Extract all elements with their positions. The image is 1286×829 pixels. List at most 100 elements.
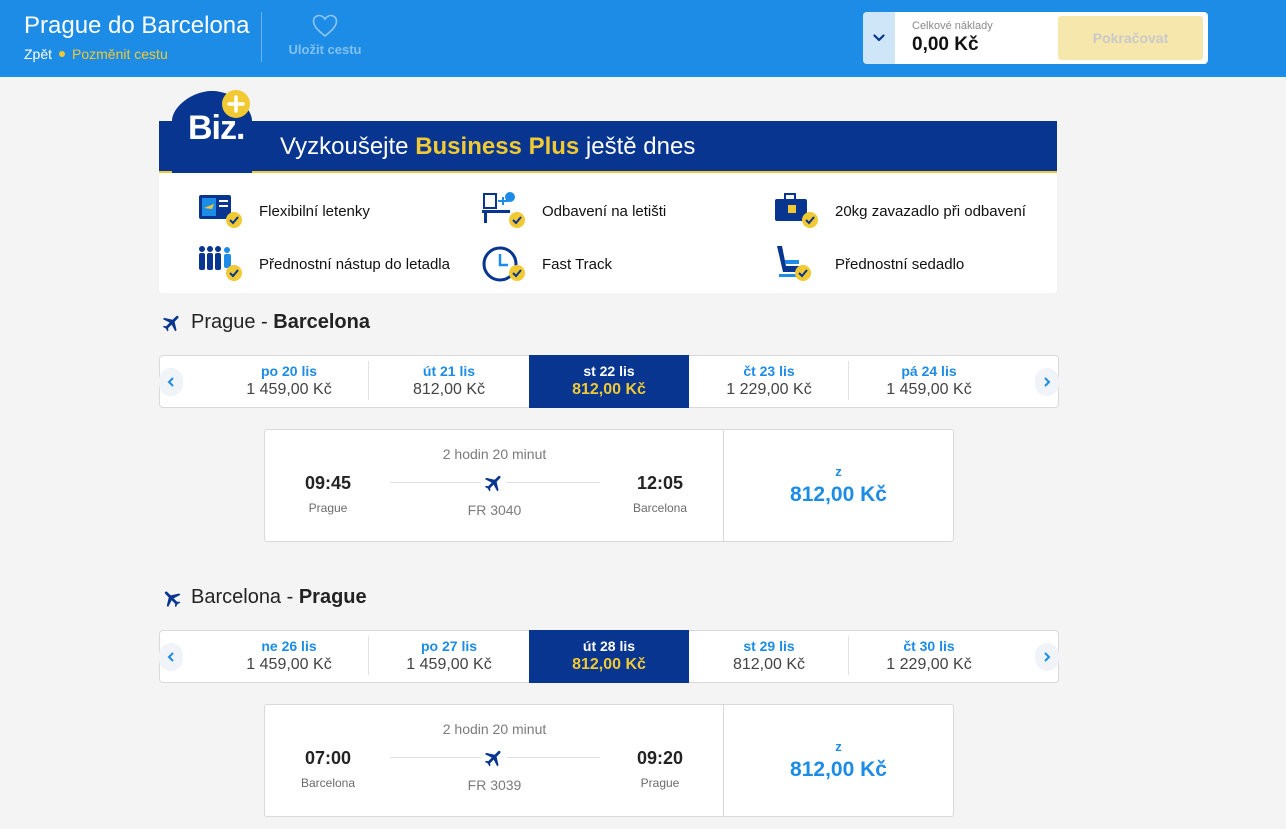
date-label: út 21 lis (422, 363, 476, 379)
date-option[interactable]: po 20 lis 1 459,00 Kč (209, 355, 369, 408)
top-bar: Prague do Barcelona Zpět Pozměnit cestu … (0, 0, 1286, 77)
fast-track-icon (480, 244, 528, 284)
save-trip-button[interactable]: Uložit cestu (284, 14, 366, 57)
inbound-route-title: Barcelona - Prague (161, 586, 367, 609)
total-cost-box: Celkové náklady 0,00 Kč Pokračovat (863, 12, 1208, 64)
price-prefix: z (835, 464, 842, 479)
date-label: st 29 lis (743, 638, 795, 654)
biz-badge-text: Biz. (188, 109, 245, 147)
date-option[interactable]: út 21 lis 812,00 Kč (369, 355, 529, 408)
date-price: 1 459,00 Kč (406, 656, 492, 673)
flexible-ticket-icon (197, 191, 245, 231)
feature-label: Přednostní nástup do letadla (259, 255, 450, 273)
date-option[interactable]: čt 30 lis 1 229,00 Kč (849, 630, 1009, 683)
date-price: 812,00 Kč (732, 656, 806, 673)
date-label: čt 30 lis (903, 638, 955, 654)
feature-fast-track: Fast Track (480, 244, 612, 284)
date-price: 812,00 Kč (572, 656, 646, 673)
arrival-city: Barcelona (632, 501, 688, 515)
date-option[interactable]: po 27 lis 1 459,00 Kč (369, 630, 529, 683)
checked-bag-icon (773, 191, 821, 231)
feature-label: Odbavení na letišti (542, 202, 667, 220)
date-label: st 22 lis (583, 363, 635, 379)
plane-icon (481, 746, 507, 770)
feature-label: Přednostní sedadlo (835, 255, 965, 273)
fare-price: 812,00 Kč (790, 758, 887, 781)
airport-checkin-icon (480, 191, 528, 231)
feature-priority-seat: Přednostní sedadlo (773, 244, 964, 284)
chevron-left-icon (167, 652, 174, 662)
date-option-selected[interactable]: út 28 lis 812,00 Kč (529, 630, 689, 683)
flight-details: 2 hodin 20 minut 07:00 Barcelona FR 3039… (265, 705, 724, 816)
date-label: út 28 lis (582, 638, 636, 654)
date-label: po 27 lis (420, 638, 478, 654)
save-trip-label: Uložit cestu (288, 42, 362, 57)
feature-airport-checkin: Odbavení na letišti (480, 191, 666, 231)
date-label: ne 26 lis (261, 638, 317, 654)
next-dates-button[interactable] (1035, 368, 1059, 396)
route-separator: - (281, 586, 299, 608)
separator-dot (59, 51, 66, 57)
arrival-time: 09:20 (636, 748, 684, 768)
date-option-selected[interactable]: st 22 lis 812,00 Kč (529, 355, 689, 408)
total-cost-label: Celkové náklady (912, 20, 993, 32)
date-option[interactable]: ne 26 lis 1 459,00 Kč (209, 630, 369, 683)
heart-icon (312, 14, 338, 38)
chevron-down-icon (873, 34, 885, 42)
departure-time: 09:45 (304, 473, 352, 493)
promo-headline-highlight: Business Plus (415, 133, 580, 160)
date-price: 1 229,00 Kč (726, 381, 812, 398)
flight-duration: 2 hodin 20 minut (442, 446, 547, 462)
inbound-flight-card[interactable]: 2 hodin 20 minut 07:00 Barcelona FR 3039… (264, 704, 954, 817)
fare-price-box[interactable]: z 812,00 Kč (724, 705, 953, 816)
business-plus-promo[interactable]: Vyzkoušejte Business Plus ještě dnes Fle… (159, 121, 1057, 293)
biz-plus-badge: Biz. (170, 89, 254, 173)
fare-price-box[interactable]: z 812,00 Kč (724, 430, 953, 541)
feature-label: Flexibilní letenky (259, 202, 370, 220)
date-option[interactable]: čt 23 lis 1 229,00 Kč (689, 355, 849, 408)
prev-dates-button[interactable] (159, 368, 183, 396)
price-prefix: z (835, 739, 842, 754)
next-dates-button[interactable] (1035, 643, 1059, 671)
date-option[interactable]: st 29 lis 812,00 Kč (689, 630, 849, 683)
priority-seat-icon (773, 244, 821, 284)
page-title: Prague do Barcelona (24, 12, 250, 39)
header-divider (261, 12, 262, 62)
flight-duration: 2 hodin 20 minut (442, 721, 547, 737)
date-price: 812,00 Kč (412, 381, 486, 398)
chevron-right-icon (1044, 652, 1051, 662)
promo-headline-start: Vyzkoušejte (280, 133, 409, 160)
route-from: Barcelona (191, 586, 282, 608)
chevron-left-icon (167, 377, 174, 387)
route-separator: - (255, 311, 274, 333)
route-to: Prague (298, 586, 367, 608)
cost-expand-toggle[interactable] (863, 12, 895, 64)
back-link[interactable]: Zpět (24, 46, 52, 62)
date-price: 1 459,00 Kč (246, 656, 332, 673)
departure-time: 07:00 (304, 748, 352, 768)
plane-icon (162, 315, 179, 331)
continue-button[interactable]: Pokračovat (1058, 16, 1203, 60)
arrival-city: Prague (640, 776, 680, 790)
inbound-date-strip: ne 26 lis 1 459,00 Kč po 27 lis 1 459,00… (159, 630, 1059, 683)
promo-headline-end: ještě dnes (585, 133, 696, 160)
total-cost-value: 0,00 Kč (912, 34, 979, 55)
priority-boarding-icon (197, 244, 245, 284)
change-trip-link[interactable]: Pozměnit cestu (72, 46, 168, 62)
feature-flexible-tickets: Flexibilní letenky (197, 191, 370, 231)
trip-links: Zpět Pozměnit cestu (24, 46, 168, 62)
fare-price: 812,00 Kč (790, 483, 887, 506)
feature-priority-boarding: Přednostní nástup do letadla (197, 244, 450, 284)
chevron-right-icon (1044, 377, 1051, 387)
date-option[interactable]: pá 24 lis 1 459,00 Kč (849, 355, 1009, 408)
plane-icon (164, 590, 181, 607)
outbound-flight-card[interactable]: 2 hodin 20 minut 09:45 Prague FR 3040 12… (264, 429, 954, 542)
feature-checked-bag: 20kg zavazadlo při odbavení (773, 191, 1026, 231)
date-price: 812,00 Kč (572, 381, 646, 398)
arrival-time: 12:05 (636, 473, 684, 493)
date-price: 1 459,00 Kč (246, 381, 332, 398)
date-label: po 20 lis (260, 363, 318, 379)
outbound-route-title: Prague - Barcelona (161, 311, 370, 334)
prev-dates-button[interactable] (159, 643, 183, 671)
date-label: pá 24 lis (901, 363, 957, 379)
